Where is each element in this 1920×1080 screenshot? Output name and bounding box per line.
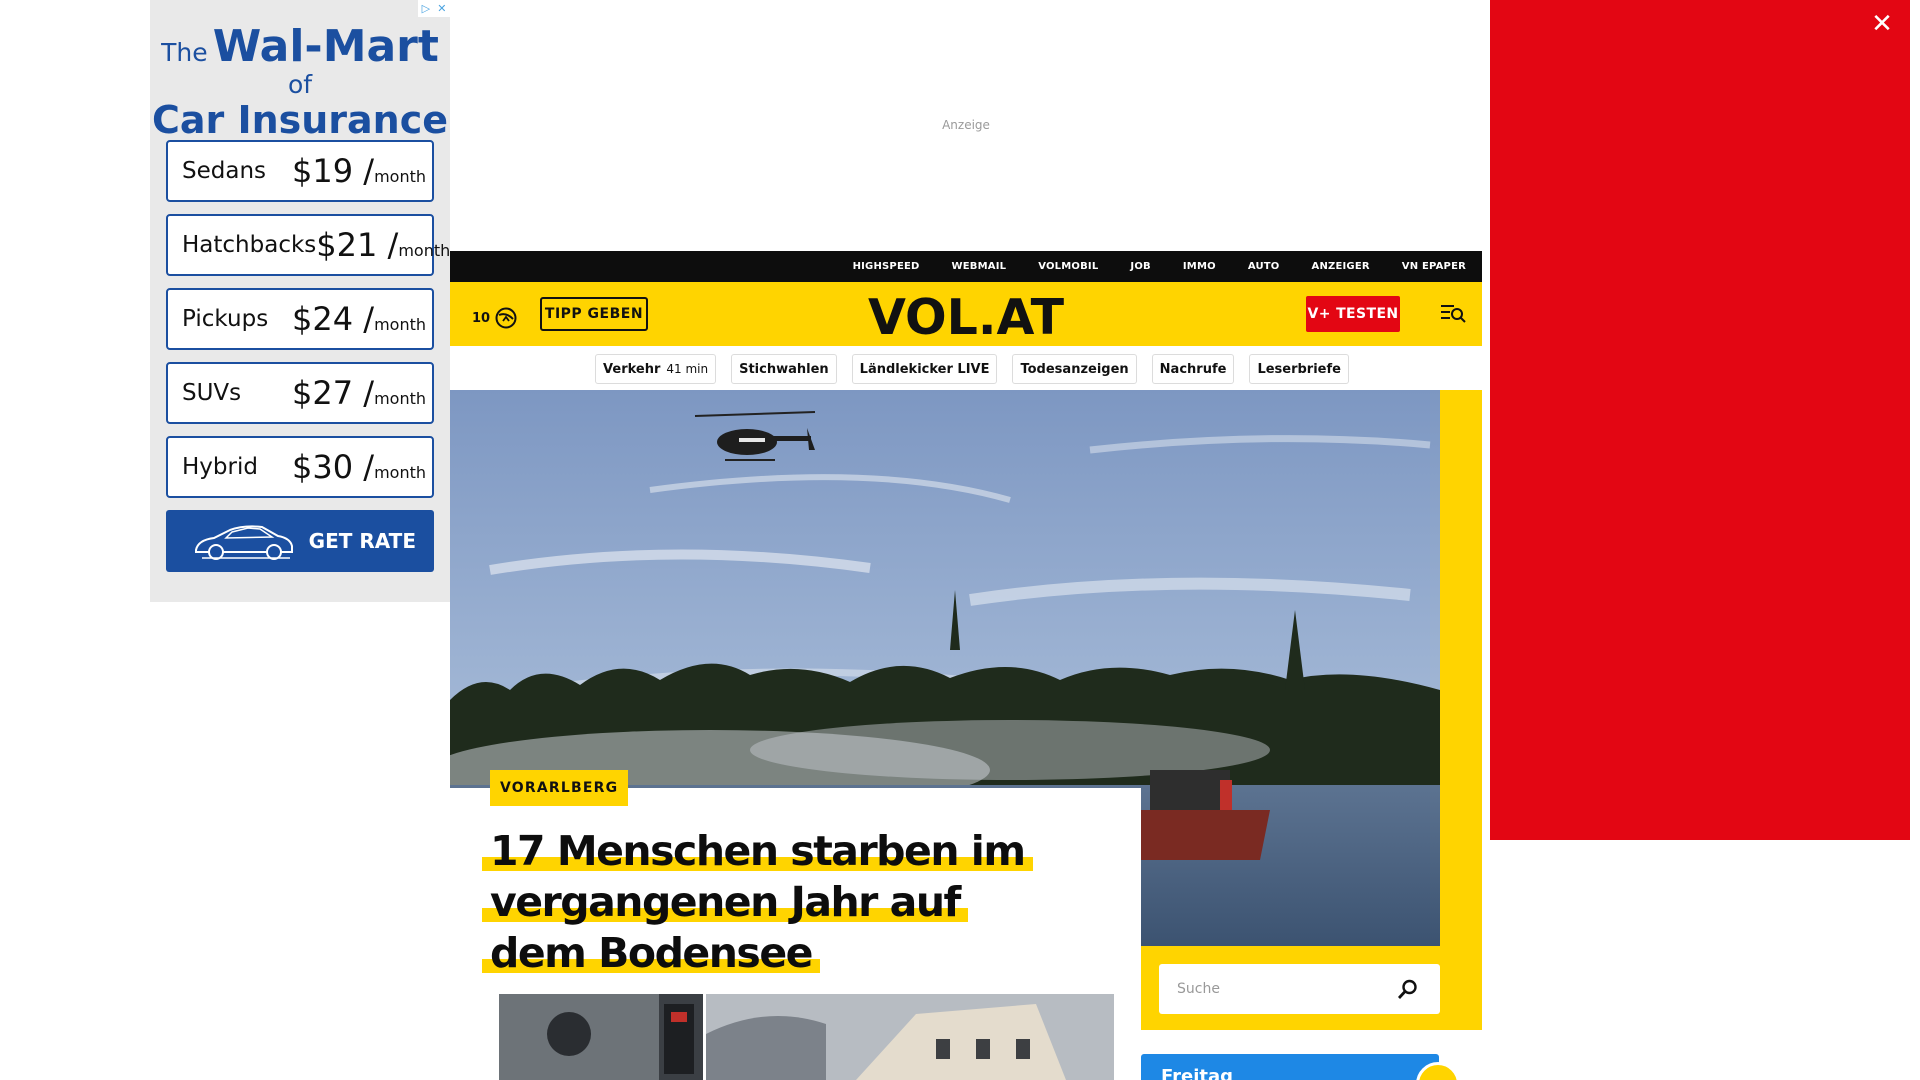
pill-sublabel: 41 min bbox=[666, 362, 709, 376]
pill-stichwahlen[interactable]: Stichwahlen bbox=[731, 354, 837, 384]
weather-count: 10 bbox=[472, 310, 491, 326]
site-header: 10 TIPP GEBEN VOL.AT V+ TESTEN bbox=[450, 282, 1482, 346]
thumbnail-photo-1 bbox=[499, 994, 703, 1080]
pill-todesanzeigen[interactable]: Todesanzeigen bbox=[1012, 354, 1137, 384]
pill-label: Verkehr bbox=[603, 361, 661, 377]
nav-link-auto[interactable]: AUTO bbox=[1248, 261, 1280, 272]
nav-link-vn-epaper[interactable]: VN EPAPER bbox=[1402, 261, 1466, 272]
ad-row-price-value: $19 / bbox=[292, 152, 375, 190]
search-panel bbox=[1141, 946, 1482, 1030]
weather-day: Freitag bbox=[1161, 1066, 1234, 1080]
ad-row-price: $27 /month bbox=[292, 374, 426, 412]
ad-row-label: Sedans bbox=[182, 158, 267, 184]
site-logo[interactable]: VOL.AT bbox=[868, 289, 1064, 346]
nav-link-webmail[interactable]: WEBMAIL bbox=[952, 261, 1007, 272]
ad-row-price: $21 /month bbox=[316, 226, 450, 264]
ad-headline-the: The bbox=[161, 38, 208, 67]
ad-row-price-unit: month bbox=[374, 463, 426, 482]
article-headline[interactable]: 17 Menschen starben im vergangenen Jahr … bbox=[482, 826, 1042, 979]
ad-row-label: SUVs bbox=[182, 380, 242, 406]
menu-search-icon[interactable] bbox=[1440, 302, 1466, 324]
ad-row-price-unit: month bbox=[398, 241, 451, 260]
article-thumbnail-2[interactable] bbox=[706, 994, 1114, 1080]
article-headline-text: 17 Menschen starben im vergangenen Jahr … bbox=[482, 827, 1033, 977]
ad-row-price-unit: month bbox=[374, 389, 426, 408]
quick-links: Verkehr 41 min Stichwahlen Ländlekicker L… bbox=[450, 354, 1482, 384]
ad-row-pickups[interactable]: Pickups $24 /month bbox=[166, 288, 434, 350]
pill-label: Nachrufe bbox=[1159, 361, 1227, 377]
adchoices-icon[interactable]: ▷ bbox=[422, 2, 430, 15]
ad-headline-line2: Car Insurance bbox=[151, 98, 449, 143]
nav-link-immo[interactable]: IMMO bbox=[1183, 261, 1216, 272]
ad-row-suvs[interactable]: SUVs $27 /month bbox=[166, 362, 434, 424]
red-ad-banner[interactable] bbox=[1490, 0, 1910, 840]
ad-row-price-unit: month bbox=[374, 315, 426, 334]
pill-verkehr[interactable]: Verkehr 41 min bbox=[595, 354, 717, 384]
tipp-geben-button[interactable]: TIPP GEBEN bbox=[540, 297, 648, 331]
ad-close-icon[interactable]: ✕ bbox=[437, 2, 446, 15]
hero-accent-bar bbox=[1440, 390, 1482, 946]
ad-row-price: $24 /month bbox=[292, 300, 426, 338]
nav-link-job[interactable]: JOB bbox=[1130, 261, 1150, 272]
ad-row-sedans[interactable]: Sedans $19 /month bbox=[166, 140, 434, 202]
car-icon bbox=[195, 525, 293, 560]
nav-link-anzeiger[interactable]: ANZEIGER bbox=[1312, 261, 1370, 272]
ad-row-price-value: $24 / bbox=[292, 300, 375, 338]
ad-row-label: Hybrid bbox=[182, 454, 258, 480]
vplus-testen-button[interactable]: V+ TESTEN bbox=[1306, 296, 1400, 332]
top-service-nav: HIGHSPEED WEBMAIL VOLMOBIL JOB IMMO AUTO… bbox=[450, 251, 1482, 282]
ad-row-hybrid[interactable]: Hybrid $30 /month bbox=[166, 436, 434, 498]
nav-link-highspeed[interactable]: HIGHSPEED bbox=[853, 261, 920, 272]
weather-widget[interactable]: 10 bbox=[472, 306, 518, 330]
ad-row-price-value: $30 / bbox=[292, 448, 375, 486]
search-icon[interactable] bbox=[1397, 978, 1419, 1000]
ad-headline-of: of bbox=[287, 70, 313, 100]
ad-headline: The Wal-Mart of Car Insurance bbox=[150, 22, 450, 142]
ad-row-price-value: $27 / bbox=[292, 374, 375, 412]
pill-label: Leserbriefe bbox=[1257, 361, 1341, 377]
article-category-badge[interactable]: VORARLBERG bbox=[490, 770, 629, 806]
pill-nachrufe[interactable]: Nachrufe bbox=[1151, 354, 1235, 384]
ad-row-label: Hatchbacks bbox=[182, 232, 317, 258]
pill-label: Todesanzeigen bbox=[1020, 361, 1129, 377]
pill-label: Stichwahlen bbox=[739, 361, 829, 377]
pill-leserbriefe[interactable]: Leserbriefe bbox=[1249, 354, 1349, 384]
ad-row-hatchbacks[interactable]: Hatchbacks $21 /month bbox=[166, 214, 450, 276]
walmart-car-insurance-ad[interactable]: ▷ ✕ The Wal-Mart of Car Insurance Sedans… bbox=[150, 0, 450, 602]
pill-laendlekicker-live[interactable]: Ländlekicker LIVE bbox=[851, 354, 998, 384]
ad-placeholder-label: Anzeige bbox=[942, 118, 990, 132]
ad-row-price: $19 /month bbox=[292, 152, 426, 190]
weather-icon bbox=[495, 307, 517, 329]
article-thumbnail-1[interactable] bbox=[499, 994, 703, 1080]
thumbnail-photo-2 bbox=[706, 994, 1114, 1080]
nav-link-volmobil[interactable]: VOLMOBIL bbox=[1038, 261, 1098, 272]
adchoices-bar[interactable]: ▷ ✕ bbox=[418, 0, 450, 17]
get-rate-button[interactable]: GET RATE bbox=[166, 510, 434, 572]
ad-row-price-unit: month bbox=[374, 167, 426, 186]
ad-row-label: Pickups bbox=[182, 306, 269, 332]
ad-row-price: $30 /month bbox=[292, 448, 426, 486]
pill-label: Ländlekicker LIVE bbox=[859, 361, 990, 377]
close-icon[interactable]: ✕ bbox=[1866, 8, 1898, 40]
get-rate-label: GET RATE bbox=[308, 529, 416, 553]
ad-headline-brand: Wal-Mart bbox=[212, 21, 439, 72]
weather-teaser[interactable]: Freitag bbox=[1141, 1054, 1439, 1080]
ad-row-price-value: $21 / bbox=[316, 226, 399, 264]
